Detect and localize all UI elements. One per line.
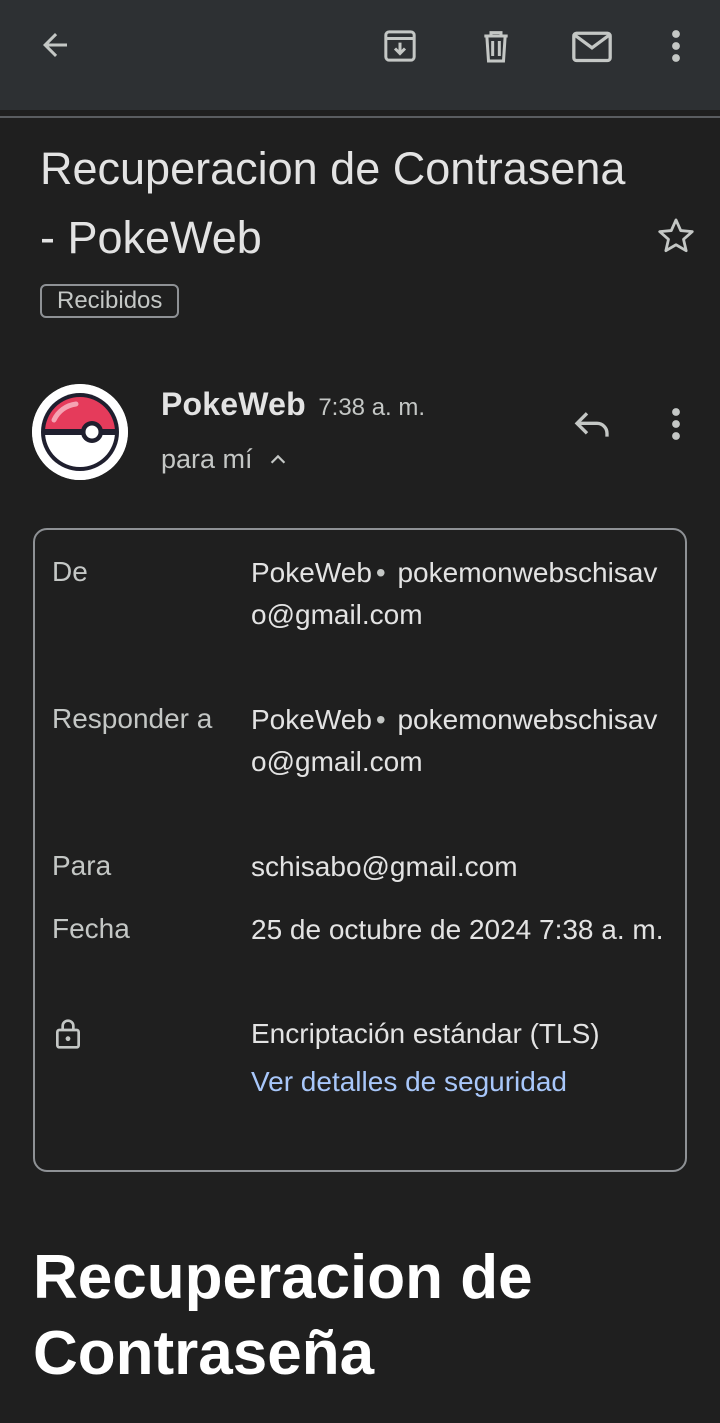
delete-button[interactable] [468,18,524,74]
to-label: Para [52,850,112,881]
recipient-summary: para mí [161,444,253,474]
star-icon [658,218,694,253]
archive-button[interactable] [372,18,428,74]
more-vert-icon [672,30,680,62]
sender-name[interactable]: PokeWeb [161,386,306,422]
from-name: PokeWeb [251,557,372,588]
top-app-bar [0,0,720,110]
date-value: 25 de octubre de 2024 7:38 a. m. [251,914,664,945]
encryption-text: Encriptación estándar (TLS) [251,1018,600,1049]
recipient-toggle[interactable]: para mí [161,444,289,475]
more-vert-icon [672,408,680,440]
reply-to-value: PokeWeb • pokemonwebschisavo@gmail.com [251,704,658,777]
more-options-button[interactable] [648,18,704,74]
sender-line: PokeWeb 7:38 a. m. [161,386,425,423]
from-label: De [52,556,88,587]
back-button[interactable] [27,17,83,73]
divider [0,116,720,118]
chevron-up-icon [267,449,289,471]
avatar[interactable] [32,384,128,480]
lock-icon [52,1016,84,1059]
mail-icon [572,31,612,63]
to-value[interactable]: schisabo@gmail.com [251,846,671,888]
encryption-value: Encriptación estándar (TLS) Ver detalles… [251,1013,671,1103]
trash-icon [484,31,508,63]
star-button[interactable] [648,208,704,264]
mark-unread-button[interactable] [564,18,620,74]
reply-button[interactable] [564,397,620,453]
security-details-link[interactable]: Ver detalles de seguridad [251,1061,671,1103]
pokeball-icon [32,384,128,480]
reply-icon [574,412,609,437]
email-subject: Recuperacion de Contrasena - PokeWeb [40,143,626,263]
date-label: Fecha [52,913,130,944]
from-value: PokeWeb • pokemonwebschisavo@gmail.com [251,557,658,630]
archive-icon [384,30,416,62]
email-time: 7:38 a. m. [318,394,426,421]
reply-to-name: PokeWeb [251,704,372,735]
message-more-button[interactable] [648,396,704,452]
email-body-heading: Recuperacion de Contraseña [33,1243,533,1388]
label-chip-inbox[interactable]: Recibidos [40,284,180,318]
arrow-left-icon [43,33,67,57]
reply-to-label: Responder a [52,703,213,734]
